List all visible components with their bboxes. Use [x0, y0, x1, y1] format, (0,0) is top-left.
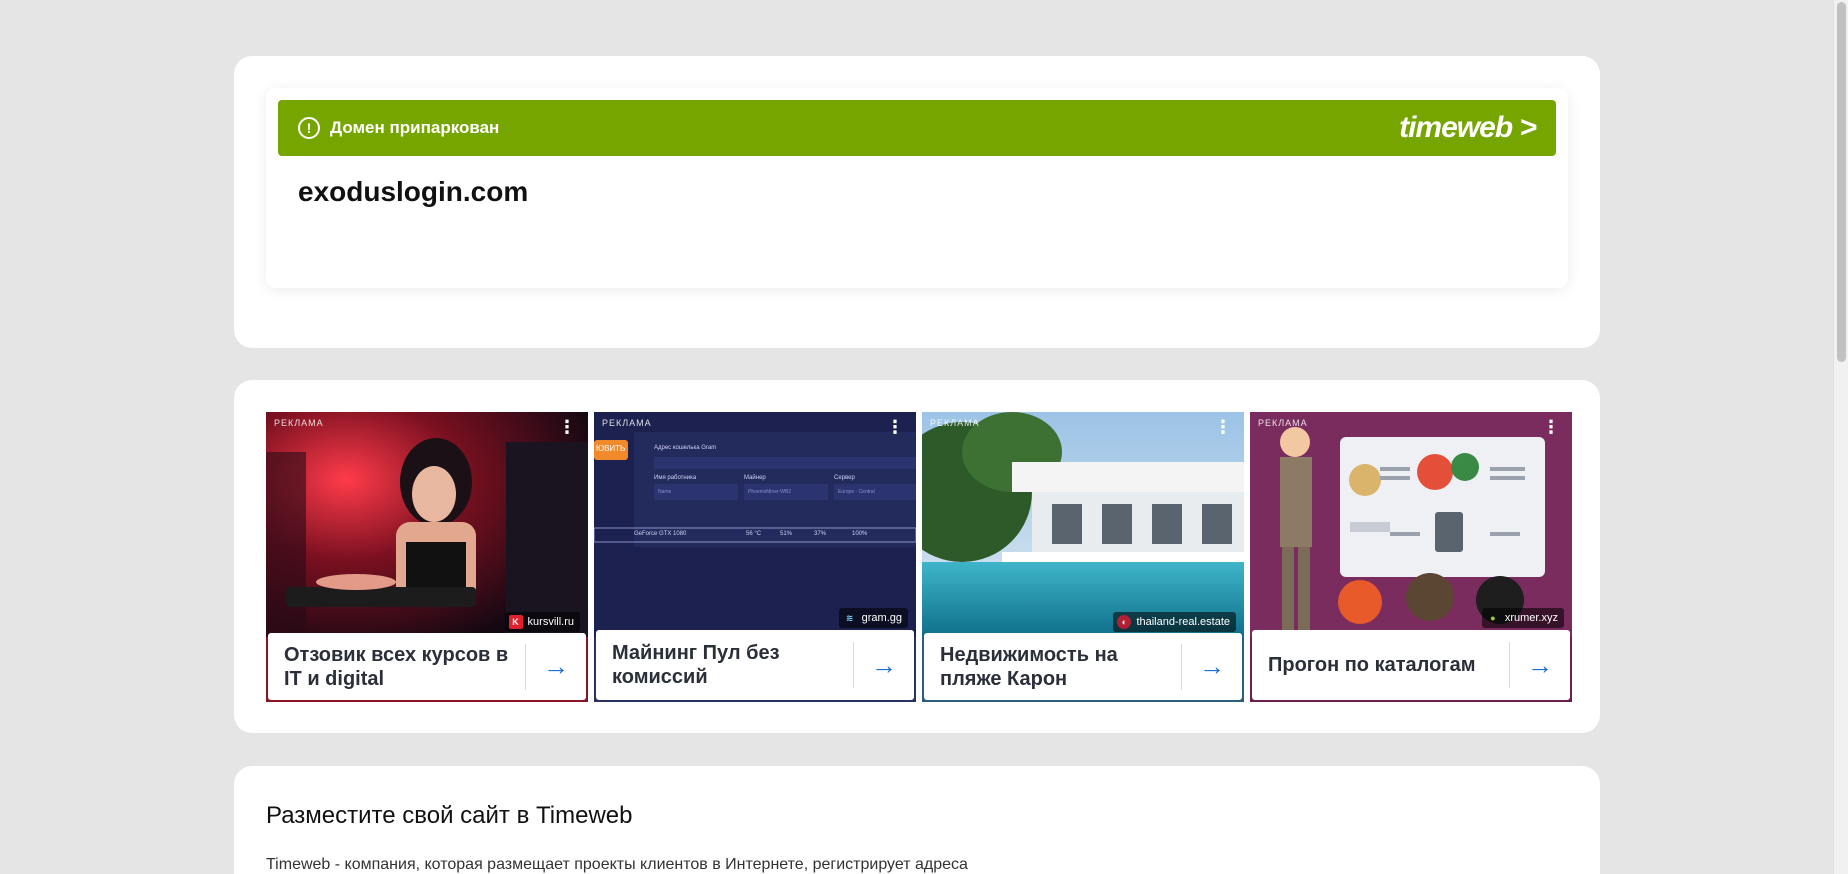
scrollbar-thumb[interactable]: [1837, 2, 1846, 362]
more-options-icon[interactable]: ⋮: [1542, 418, 1560, 436]
ad-label: РЕКЛАМА: [1258, 418, 1308, 428]
ad-image: [922, 412, 1244, 637]
ad-tile-kursvill[interactable]: РЕКЛАМА ⋮ K kursvill.ru Отзовик всех кур…: [266, 412, 588, 702]
parked-domain-card: ! Домен припаркован timeweb > exoduslogi…: [234, 56, 1600, 348]
mining-ui-temp: 56 °C: [746, 531, 762, 537]
ads-row: РЕКЛАМА ⋮ K kursvill.ru Отзовик всех кур…: [266, 412, 1572, 702]
more-options-icon[interactable]: ⋮: [1214, 418, 1232, 436]
ad-image: [1250, 412, 1572, 637]
ad-tile-gram[interactable]: ЮВИТЬ Адрес кошелька Gram Имя работника …: [594, 412, 916, 702]
ad-title: Недвижимость на пляже Карон: [940, 643, 1118, 690]
info-text: Timeweb - компания, которая размещает пр…: [266, 856, 968, 873]
ad-tile-thailand[interactable]: РЕКЛАМА ⋮ ◐ thailand-real.estate Недвижи…: [922, 412, 1244, 702]
timeweb-info-card: Разместите свой сайт в Timeweb Timeweb -…: [234, 766, 1600, 874]
mining-ui-load: 37%: [814, 531, 827, 537]
xrumer-icon: •: [1490, 610, 1496, 626]
ad-source[interactable]: K kursvill.ru: [504, 612, 580, 632]
info-title: Разместите свой сайт в Timeweb: [266, 802, 633, 829]
mining-ui-power: 100%: [852, 531, 868, 537]
arrow-right-icon[interactable]: →: [1510, 630, 1570, 700]
ads-card: РЕКЛАМА ⋮ K kursvill.ru Отзовик всех кур…: [234, 380, 1600, 733]
ad-source[interactable]: ◐ thailand-real.estate: [1113, 612, 1236, 632]
ad-label: РЕКЛАМА: [930, 418, 980, 428]
source-domain: thailand-real.estate: [1136, 616, 1230, 628]
ad-title: Отзовик всех курсов в IT и digital: [284, 643, 509, 690]
ad-caption[interactable]: Отзовик всех курсов в IT и digital →: [268, 633, 586, 700]
ad-label: РЕКЛАМА: [274, 418, 324, 428]
ad-label: РЕКЛАМА: [602, 418, 652, 428]
banner-text: Домен припаркован: [330, 118, 500, 137]
mining-ui-button: ЮВИТЬ: [596, 444, 626, 453]
mining-ui-server-value: Europe - Central: [838, 489, 875, 495]
ad-image: ЮВИТЬ Адрес кошелька Gram Имя работника …: [594, 412, 916, 637]
more-options-icon[interactable]: ⋮: [886, 418, 904, 436]
mining-ui-wallet-label: Адрес кошелька Gram: [654, 445, 717, 451]
ad-source[interactable]: • xrumer.xyz: [1481, 608, 1564, 628]
arrow-right-icon[interactable]: →: [526, 633, 586, 700]
domain-name: exoduslogin.com: [298, 176, 529, 207]
timeweb-logo-link[interactable]: timeweb >: [1399, 111, 1537, 145]
arrow-right-icon[interactable]: →: [1182, 633, 1242, 700]
kursvill-icon: K: [508, 615, 523, 629]
mining-ui-miner-label: Майнер: [744, 475, 766, 481]
mining-ui-worker-label: Имя работника: [654, 475, 697, 481]
source-domain: gram.gg: [861, 612, 902, 624]
arrow-right-icon[interactable]: →: [854, 630, 914, 700]
ad-caption[interactable]: Майнинг Пул без комиссий →: [596, 630, 914, 700]
mining-ui-miner-value: PhoenixMiner-WB2: [748, 489, 792, 495]
source-domain: xrumer.xyz: [1504, 612, 1558, 624]
gram-icon: ≋: [845, 612, 854, 623]
mining-ui-worker-value: Name: [658, 489, 672, 495]
ad-tile-xrumer[interactable]: РЕКЛАМА ⋮ • xrumer.xyz Прогон по каталог…: [1250, 412, 1572, 702]
mining-ui-server-label: Сервер: [834, 475, 855, 481]
parked-panel: ! Домен припаркован timeweb > exoduslogi…: [266, 88, 1568, 288]
source-domain: kursvill.ru: [527, 616, 574, 628]
mining-ui-gpu: GeForce GTX 1080: [634, 531, 687, 537]
ad-title: Майнинг Пул без комиссий: [612, 642, 780, 688]
exclamation-circle-icon: !: [298, 117, 320, 139]
ad-caption[interactable]: Прогон по каталогам →: [1252, 630, 1570, 700]
ad-image: [266, 412, 588, 637]
more-options-icon[interactable]: ⋮: [558, 418, 576, 436]
thailand-real-estate-icon: ◐: [1117, 615, 1132, 629]
vertical-scrollbar[interactable]: [1833, 0, 1848, 874]
ad-source[interactable]: ≋ gram.gg: [838, 608, 908, 628]
ad-title: Прогон по каталогам: [1268, 654, 1476, 676]
ad-caption[interactable]: Недвижимость на пляже Карон →: [924, 633, 1242, 700]
mining-ui-fan: 51%: [780, 531, 793, 537]
parked-banner: ! Домен припаркован timeweb >: [278, 100, 1556, 156]
